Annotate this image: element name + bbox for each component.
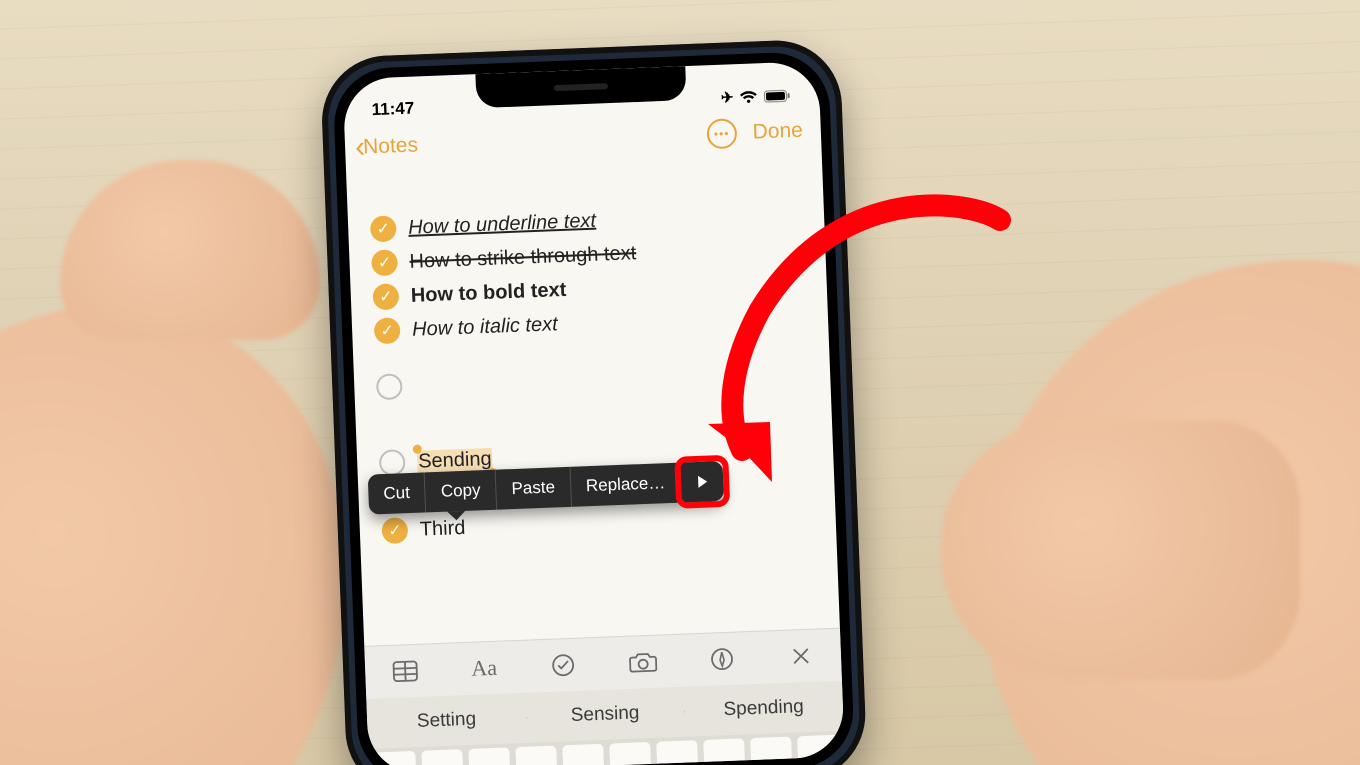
menu-more-arrow[interactable]	[680, 461, 724, 503]
battery-icon	[763, 89, 791, 103]
checklist-button[interactable]	[548, 650, 579, 681]
done-button[interactable]: Done	[752, 119, 803, 145]
check-circle-icon[interactable]	[376, 373, 403, 400]
checklist-text: How to underline text	[408, 209, 597, 239]
checkmark-icon[interactable]: ✓	[381, 517, 408, 544]
checkmark-icon[interactable]: ✓	[374, 317, 401, 344]
checklist-item[interactable]: ✓ How to italic text	[374, 302, 807, 345]
checkmark-icon[interactable]: ✓	[370, 215, 397, 242]
back-button[interactable]: ‹ Notes	[355, 133, 419, 159]
camera-button[interactable]	[627, 647, 658, 678]
photo-scene: 11:47 ✈︎ ‹ Notes	[0, 0, 1360, 765]
right-finger	[940, 420, 1300, 680]
insert-table-button[interactable]	[389, 656, 420, 687]
ellipsis-icon: •••	[714, 126, 730, 141]
check-circle-icon[interactable]	[379, 449, 406, 476]
status-time: 11:47	[371, 99, 414, 121]
suggestion-word[interactable]: Setting	[367, 707, 526, 735]
left-thumb	[60, 160, 320, 340]
text-format-button[interactable]: Aa	[469, 653, 500, 684]
back-label: Notes	[363, 133, 419, 159]
menu-paste[interactable]: Paste	[496, 467, 572, 510]
triangle-right-icon	[696, 475, 709, 489]
phone-bezel: 11:47 ✈︎ ‹ Notes	[332, 51, 855, 765]
wifi-icon	[739, 90, 757, 104]
close-keyboard-button[interactable]	[786, 641, 817, 672]
menu-copy[interactable]: Copy	[425, 470, 497, 513]
menu-cut[interactable]: Cut	[368, 472, 427, 514]
checkmark-icon[interactable]: ✓	[372, 283, 399, 310]
menu-replace[interactable]: Replace…	[570, 463, 682, 507]
checklist-text: How to bold text	[410, 278, 566, 307]
phone-screen: 11:47 ✈︎ ‹ Notes	[342, 61, 844, 765]
checkmark-icon[interactable]: ✓	[371, 249, 398, 276]
suggestion-word[interactable]: Spending	[684, 695, 843, 723]
suggestion-word[interactable]: Sensing	[525, 701, 684, 729]
more-options-button[interactable]: •••	[706, 118, 737, 149]
checklist-text: How to italic text	[412, 313, 558, 342]
airplane-mode-icon: ✈︎	[721, 88, 734, 106]
checklist-text: How to strike through text	[409, 242, 636, 274]
markup-pen-button[interactable]	[706, 644, 737, 675]
iphone-device: 11:47 ✈︎ ‹ Notes	[320, 38, 868, 765]
